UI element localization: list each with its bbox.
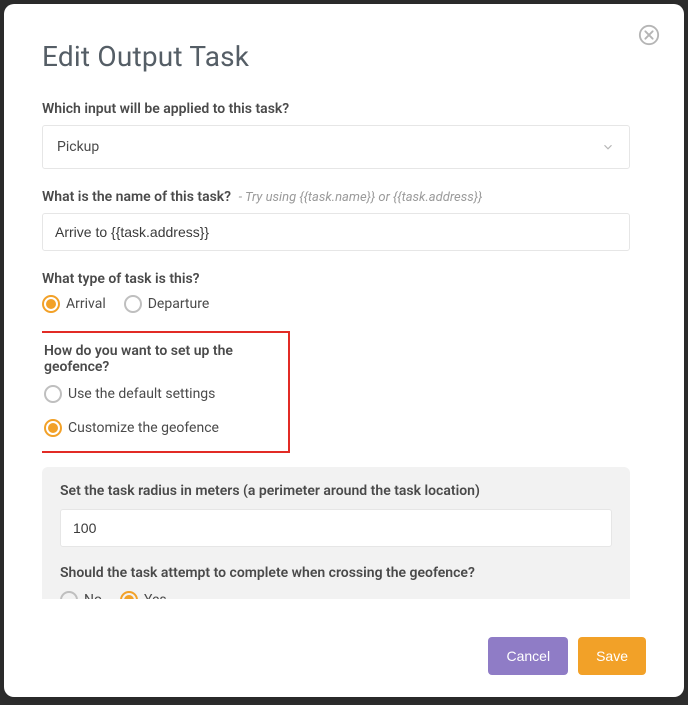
radio-geofence-customize[interactable]: Customize the geofence (44, 419, 276, 437)
radio-geofence-default[interactable]: Use the default settings (44, 385, 276, 403)
radius-input[interactable] (60, 509, 612, 547)
label-geofence-setup: How do you want to set up the geofence? (44, 343, 276, 375)
modal-body: Which input will be applied to this task… (42, 101, 646, 599)
cancel-button[interactable]: Cancel (488, 637, 568, 675)
save-button[interactable]: Save (578, 637, 646, 675)
radio-type-arrival[interactable]: Arrival (42, 295, 106, 313)
label-task-name: What is the name of this task? - Try usi… (42, 189, 630, 205)
modal-footer: Cancel Save (488, 637, 646, 675)
task-name-input[interactable] (42, 213, 630, 251)
chevron-down-icon (601, 140, 615, 154)
radio-autocomplete-yes[interactable]: Yes (120, 591, 167, 599)
task-name-hint: - Try using {{task.name}} or {{task.addr… (239, 190, 483, 205)
label-radius: Set the task radius in meters (a perimet… (60, 483, 612, 499)
modal-edit-output-task: Edit Output Task Which input will be app… (4, 4, 684, 697)
radio-indicator (44, 419, 62, 437)
label-input-applied: Which input will be applied to this task… (42, 101, 630, 117)
label-autocomplete: Should the task attempt to complete when… (60, 565, 612, 581)
radio-indicator (42, 295, 60, 313)
input-select[interactable]: Pickup (42, 125, 630, 169)
input-select-value: Pickup (57, 139, 99, 155)
close-button[interactable] (636, 22, 662, 48)
radio-indicator (60, 591, 78, 599)
geofence-setup-highlight: How do you want to set up the geofence? … (42, 331, 290, 453)
label-task-type: What type of task is this? (42, 271, 630, 287)
close-icon (638, 24, 660, 46)
radio-autocomplete-no[interactable]: No (60, 591, 102, 599)
radio-indicator (44, 385, 62, 403)
modal-title: Edit Output Task (42, 40, 646, 73)
geofence-custom-panel: Set the task radius in meters (a perimet… (42, 467, 630, 599)
radio-type-departure[interactable]: Departure (124, 295, 210, 313)
radio-indicator (120, 591, 138, 599)
radio-indicator (124, 295, 142, 313)
